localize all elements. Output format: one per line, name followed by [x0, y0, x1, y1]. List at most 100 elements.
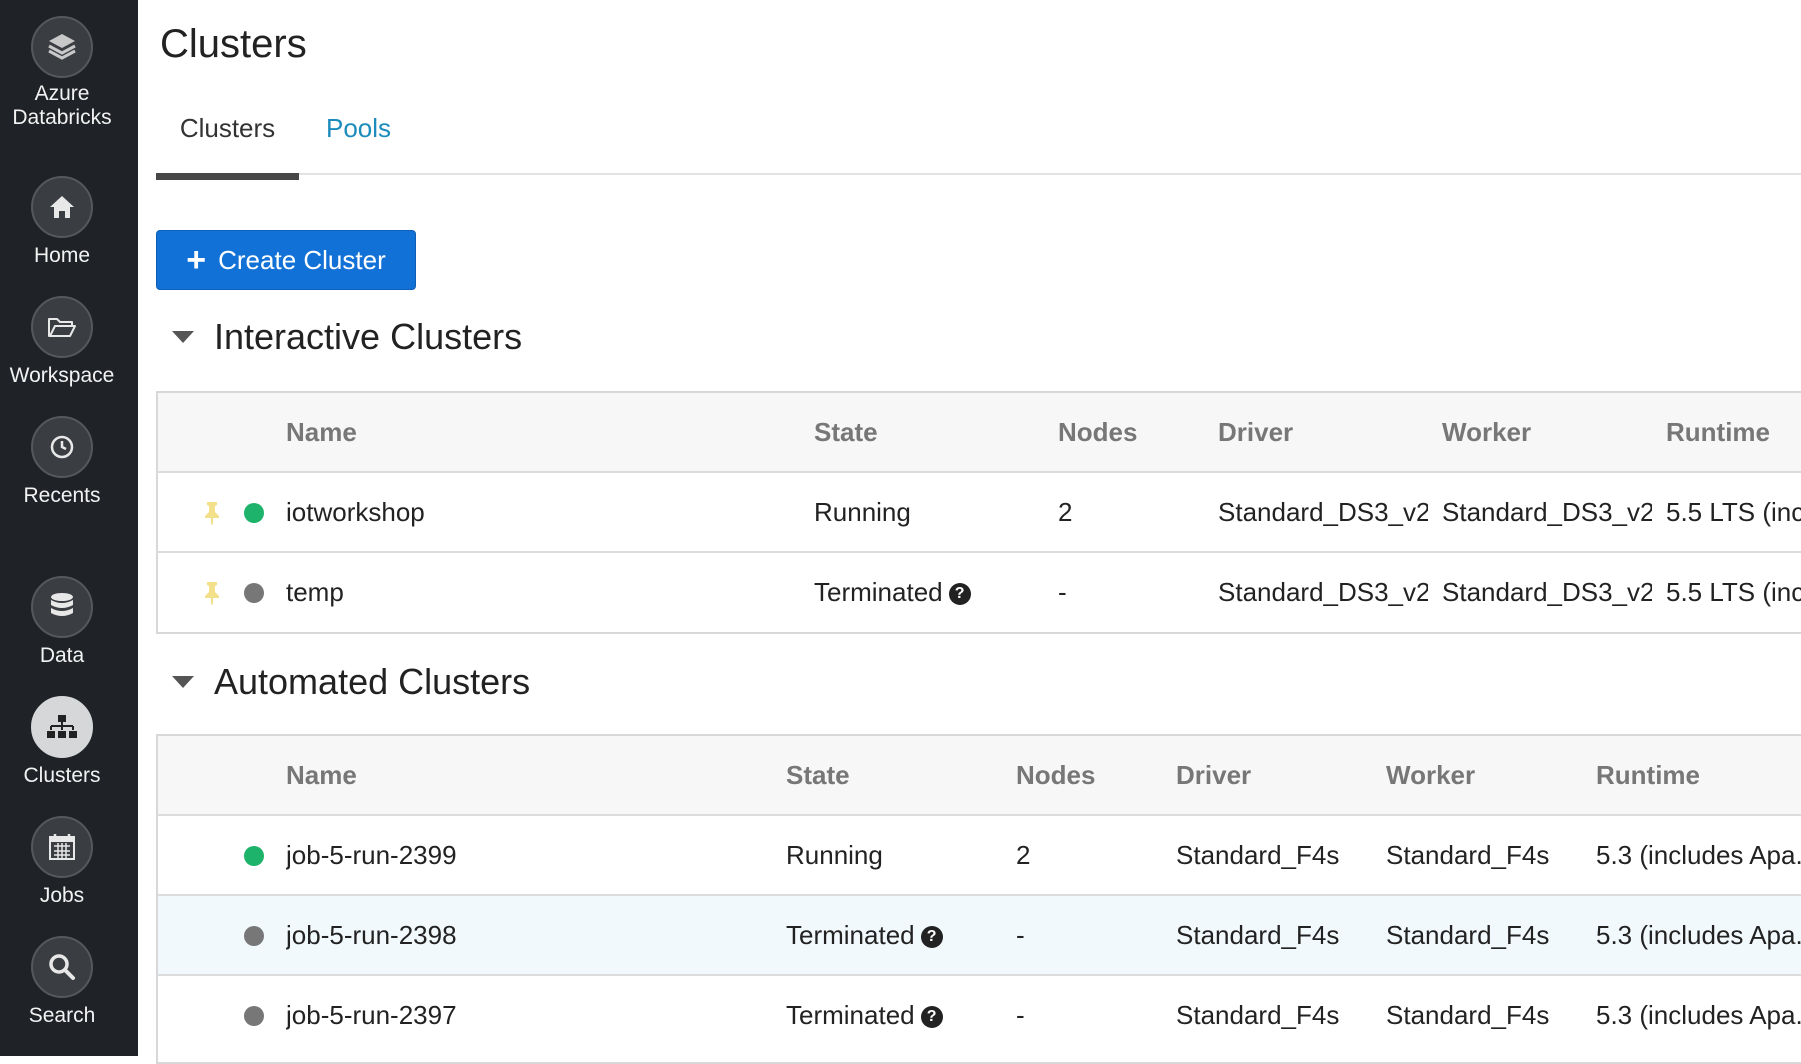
section-title: Interactive Clusters: [214, 316, 523, 357]
cluster-name-link[interactable]: job-5-run-2397: [286, 976, 457, 1054]
create-cluster-label: Create Cluster: [218, 244, 386, 275]
brand-line2: Databricks: [12, 106, 112, 129]
cluster-state: Terminated: [814, 577, 943, 607]
cluster-nodes: -: [1058, 577, 1067, 607]
interactive-clusters-toggle[interactable]: Interactive Clusters: [172, 316, 522, 358]
table-row[interactable]: iotworkshop Running 2 Standard_DS3_v2 St…: [158, 473, 1801, 553]
cluster-state: Running: [786, 840, 883, 870]
col-header-runtime[interactable]: Runtime: [1666, 393, 1770, 471]
cluster-state-cell: Terminated?: [814, 553, 971, 631]
table-row[interactable]: job-5-run-2397 Terminated? - Standard_F4…: [158, 976, 1801, 1056]
cluster-state: Terminated: [786, 1000, 915, 1030]
tab-bar: Clusters Pools: [156, 105, 1801, 180]
interactive-clusters-table: Name State Nodes Driver Worker Runtime i…: [156, 391, 1801, 634]
brand-line1: Azure: [34, 82, 90, 105]
cluster-nodes: 2: [1016, 840, 1031, 870]
table-header: Name State Nodes Driver Worker Runtime: [158, 393, 1801, 473]
cluster-nodes: -: [1016, 920, 1025, 950]
sidebar-item-label: Search: [28, 1004, 96, 1027]
cluster-state: Running: [814, 497, 911, 527]
caret-down-icon: [172, 331, 194, 343]
main-content: Clusters Clusters Pools + Create Cluster…: [138, 0, 1801, 1064]
cluster-runtime: 5.5 LTS (inc: [1666, 497, 1801, 527]
databricks-logo-icon: [31, 16, 93, 78]
section-title: Automated Clusters: [214, 661, 531, 702]
table-row[interactable]: temp Terminated? - Standard_DS3_v2 Stand…: [158, 553, 1801, 633]
sidebar-item-label: Data: [39, 644, 85, 667]
sidebar-item-recents[interactable]: Recents: [0, 416, 124, 508]
help-icon[interactable]: ?: [920, 1006, 943, 1029]
help-icon[interactable]: ?: [920, 926, 943, 949]
status-terminated-dot: [244, 583, 264, 603]
sidebar-item-workspace[interactable]: Workspace: [0, 296, 124, 388]
cluster-driver: Standard_F4s: [1176, 920, 1340, 950]
automated-clusters-toggle[interactable]: Automated Clusters: [172, 661, 530, 703]
col-header-worker[interactable]: Worker: [1442, 393, 1531, 471]
cluster-runtime: 5.3 (includes Apa...: [1596, 840, 1801, 870]
cluster-worker: Standard_F4s: [1386, 1000, 1550, 1030]
status-running-dot: [244, 503, 264, 523]
table-row[interactable]: job-5-run-2398 Terminated? - Standard_F4…: [158, 896, 1801, 976]
col-header-driver[interactable]: Driver: [1218, 393, 1293, 471]
cluster-driver: Standard_F4s: [1176, 1000, 1340, 1030]
col-header-nodes[interactable]: Nodes: [1058, 393, 1137, 471]
tab-clusters[interactable]: Clusters: [156, 113, 299, 180]
sidebar-item-label: Home: [33, 244, 91, 267]
table-row[interactable]: job-5-run-2399 Running 2 Standard_F4s St…: [158, 816, 1801, 896]
status-running-dot: [244, 846, 264, 866]
tab-pools[interactable]: Pools: [326, 113, 391, 144]
sidebar-item-label: Workspace: [9, 364, 115, 387]
help-icon[interactable]: ?: [948, 583, 971, 606]
home-icon: [31, 176, 93, 238]
cluster-driver: Standard_DS3_v2: [1218, 577, 1428, 607]
pin-icon[interactable]: [203, 581, 221, 605]
pin-icon[interactable]: [203, 501, 221, 525]
cluster-runtime: 5.3 (includes Apa...: [1596, 920, 1801, 950]
create-cluster-button[interactable]: + Create Cluster: [156, 230, 416, 290]
status-terminated-dot: [244, 926, 264, 946]
cluster-runtime: 5.5 LTS (inc: [1666, 577, 1801, 607]
cluster-icon: [31, 696, 93, 758]
search-icon: [31, 936, 93, 998]
col-header-driver[interactable]: Driver: [1176, 736, 1251, 814]
caret-down-icon: [172, 676, 194, 688]
sidebar-item-label: Clusters: [23, 764, 101, 787]
cluster-worker: Standard_DS3_v2: [1442, 577, 1652, 607]
cluster-state-cell: Terminated?: [786, 976, 943, 1054]
col-header-worker[interactable]: Worker: [1386, 736, 1475, 814]
folder-icon: [31, 296, 93, 358]
cluster-name-link[interactable]: temp: [286, 553, 344, 631]
cluster-driver: Standard_DS3_v2: [1218, 497, 1428, 527]
col-header-name[interactable]: Name: [286, 393, 357, 471]
cluster-driver: Standard_F4s: [1176, 840, 1340, 870]
brand-logo-link[interactable]: Azure Databricks: [0, 16, 124, 130]
col-header-runtime[interactable]: Runtime: [1596, 736, 1700, 814]
cluster-nodes: 2: [1058, 497, 1073, 527]
cluster-state-cell: Terminated?: [786, 896, 943, 974]
cluster-state: Terminated: [786, 920, 915, 950]
sidebar-item-clusters[interactable]: Clusters: [0, 696, 124, 788]
sidebar-item-jobs[interactable]: Jobs: [0, 816, 124, 908]
col-header-state[interactable]: State: [786, 736, 850, 814]
calendar-icon: [31, 816, 93, 878]
plus-icon: +: [186, 241, 207, 279]
sidebar-item-home[interactable]: Home: [0, 176, 124, 268]
cluster-name-link[interactable]: iotworkshop: [286, 473, 425, 551]
automated-clusters-table: Name State Nodes Driver Worker Runtime j…: [156, 734, 1801, 1064]
page-title: Clusters: [160, 22, 307, 66]
sidebar-item-data[interactable]: Data: [0, 576, 124, 668]
sidebar-item-label: Jobs: [39, 884, 85, 907]
cluster-name-link[interactable]: job-5-run-2399: [286, 816, 457, 894]
sidebar-item-search[interactable]: Search: [0, 936, 124, 1028]
status-terminated-dot: [244, 1006, 264, 1026]
col-header-state[interactable]: State: [814, 393, 878, 471]
cluster-name-link[interactable]: job-5-run-2398: [286, 896, 457, 974]
cluster-runtime: 5.3 (includes Apa...: [1596, 1000, 1801, 1030]
cluster-worker: Standard_F4s: [1386, 920, 1550, 950]
database-icon: [31, 576, 93, 638]
col-header-nodes[interactable]: Nodes: [1016, 736, 1095, 814]
sidebar-item-label: Recents: [23, 484, 101, 507]
cluster-worker: Standard_F4s: [1386, 840, 1550, 870]
col-header-name[interactable]: Name: [286, 736, 357, 814]
sidebar: Azure Databricks Home Workspace Recents …: [0, 0, 138, 1056]
